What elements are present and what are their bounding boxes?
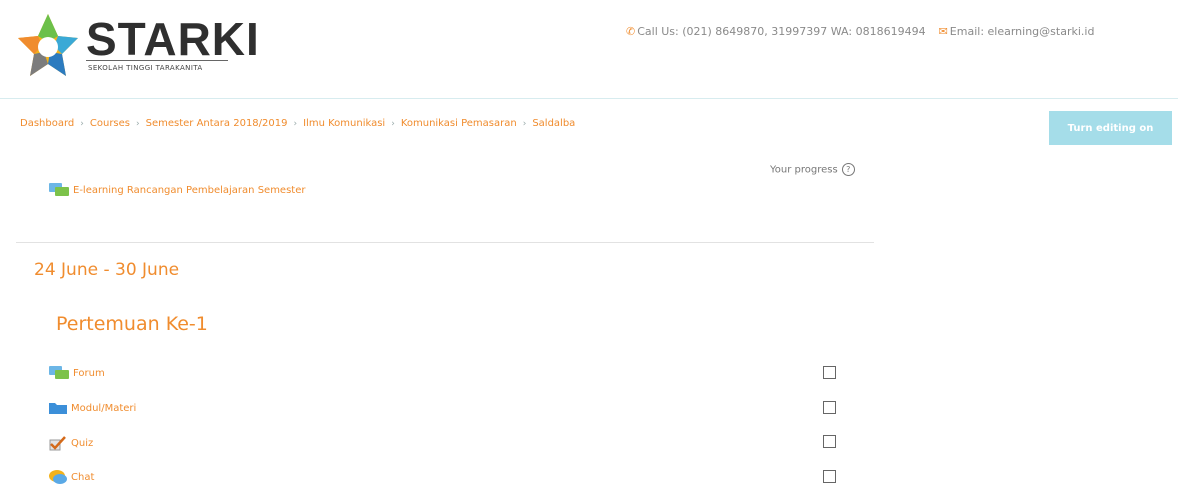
progress-label: Your progress <box>770 164 838 176</box>
email-link[interactable]: Email: elearning@starki.id <box>950 25 1095 38</box>
quiz-icon <box>49 436 66 451</box>
breadcrumb-separator: › <box>80 119 84 129</box>
activity-label: Chat <box>71 471 95 483</box>
breadcrumb-program[interactable]: Ilmu Komunikasi <box>303 118 385 129</box>
completion-checkbox[interactable] <box>823 401 836 414</box>
activity-label: Quiz <box>71 437 94 449</box>
breadcrumb-current[interactable]: Saldalba <box>532 118 575 129</box>
breadcrumb-course[interactable]: Komunikasi Pemasaran <box>401 118 517 129</box>
breadcrumb-dashboard[interactable]: Dashboard <box>20 118 74 129</box>
turn-editing-on-button[interactable]: Turn editing on <box>1049 111 1172 145</box>
activity-chat[interactable]: Chat <box>48 469 94 485</box>
forum-icon <box>49 183 69 196</box>
breadcrumb-separator: › <box>293 119 298 129</box>
logo-subtitle: SEKOLAH TINGGI TARAKANITA <box>88 64 203 72</box>
activity-label: E-learning Rancangan Pembelajaran Semest… <box>73 184 306 196</box>
forum-icon <box>49 366 69 379</box>
activity-rps[interactable]: E-learning Rancangan Pembelajaran Semest… <box>48 182 305 198</box>
logo-divider <box>86 60 228 61</box>
breadcrumb-separator: › <box>522 119 527 129</box>
activity-forum[interactable]: Forum <box>48 365 105 381</box>
envelope-icon: ✉ <box>938 25 948 38</box>
site-logo[interactable]: STARKI SEKOLAH TINGGI TARAKANITA <box>16 12 259 82</box>
folder-icon <box>49 403 67 414</box>
star-logo-icon <box>18 14 78 76</box>
chat-icon <box>49 470 67 484</box>
section-subtitle: Pertemuan Ke-1 <box>56 313 208 335</box>
breadcrumb-courses[interactable]: Courses <box>90 118 130 129</box>
completion-checkbox[interactable] <box>823 366 836 379</box>
activity-label: Forum <box>73 367 105 379</box>
section-title: 24 June - 30 June <box>34 260 180 280</box>
phone-icon: ✆ <box>626 25 636 38</box>
activity-quiz[interactable]: Quiz <box>48 435 93 451</box>
activity-label: Modul/Materi <box>71 402 137 414</box>
contact-info: ✆ Call Us: (021) 8649870, 31997397 WA: 08… <box>626 25 1094 38</box>
page-header: STARKI SEKOLAH TINGGI TARAKANITA ✆ Call U… <box>0 0 1178 99</box>
progress-indicator: Your progress? <box>770 163 855 176</box>
completion-checkbox[interactable] <box>823 435 836 448</box>
breadcrumb-separator: › <box>391 119 395 129</box>
section-divider <box>16 242 874 243</box>
help-icon[interactable]: ? <box>841 163 855 176</box>
breadcrumb: Dashboard › Courses › Semester Antara 2018/2… <box>20 118 575 129</box>
breadcrumb-separator: › <box>136 119 140 129</box>
completion-checkbox[interactable] <box>823 470 836 483</box>
breadcrumb-semester[interactable]: Semester Antara 2018/2019 <box>146 118 288 129</box>
call-us-text: Call Us: (021) 8649870, 31997397 WA: 081… <box>637 25 926 38</box>
activity-modul[interactable]: Modul/Materi <box>48 401 136 415</box>
logo-text: STARKI <box>86 13 260 65</box>
